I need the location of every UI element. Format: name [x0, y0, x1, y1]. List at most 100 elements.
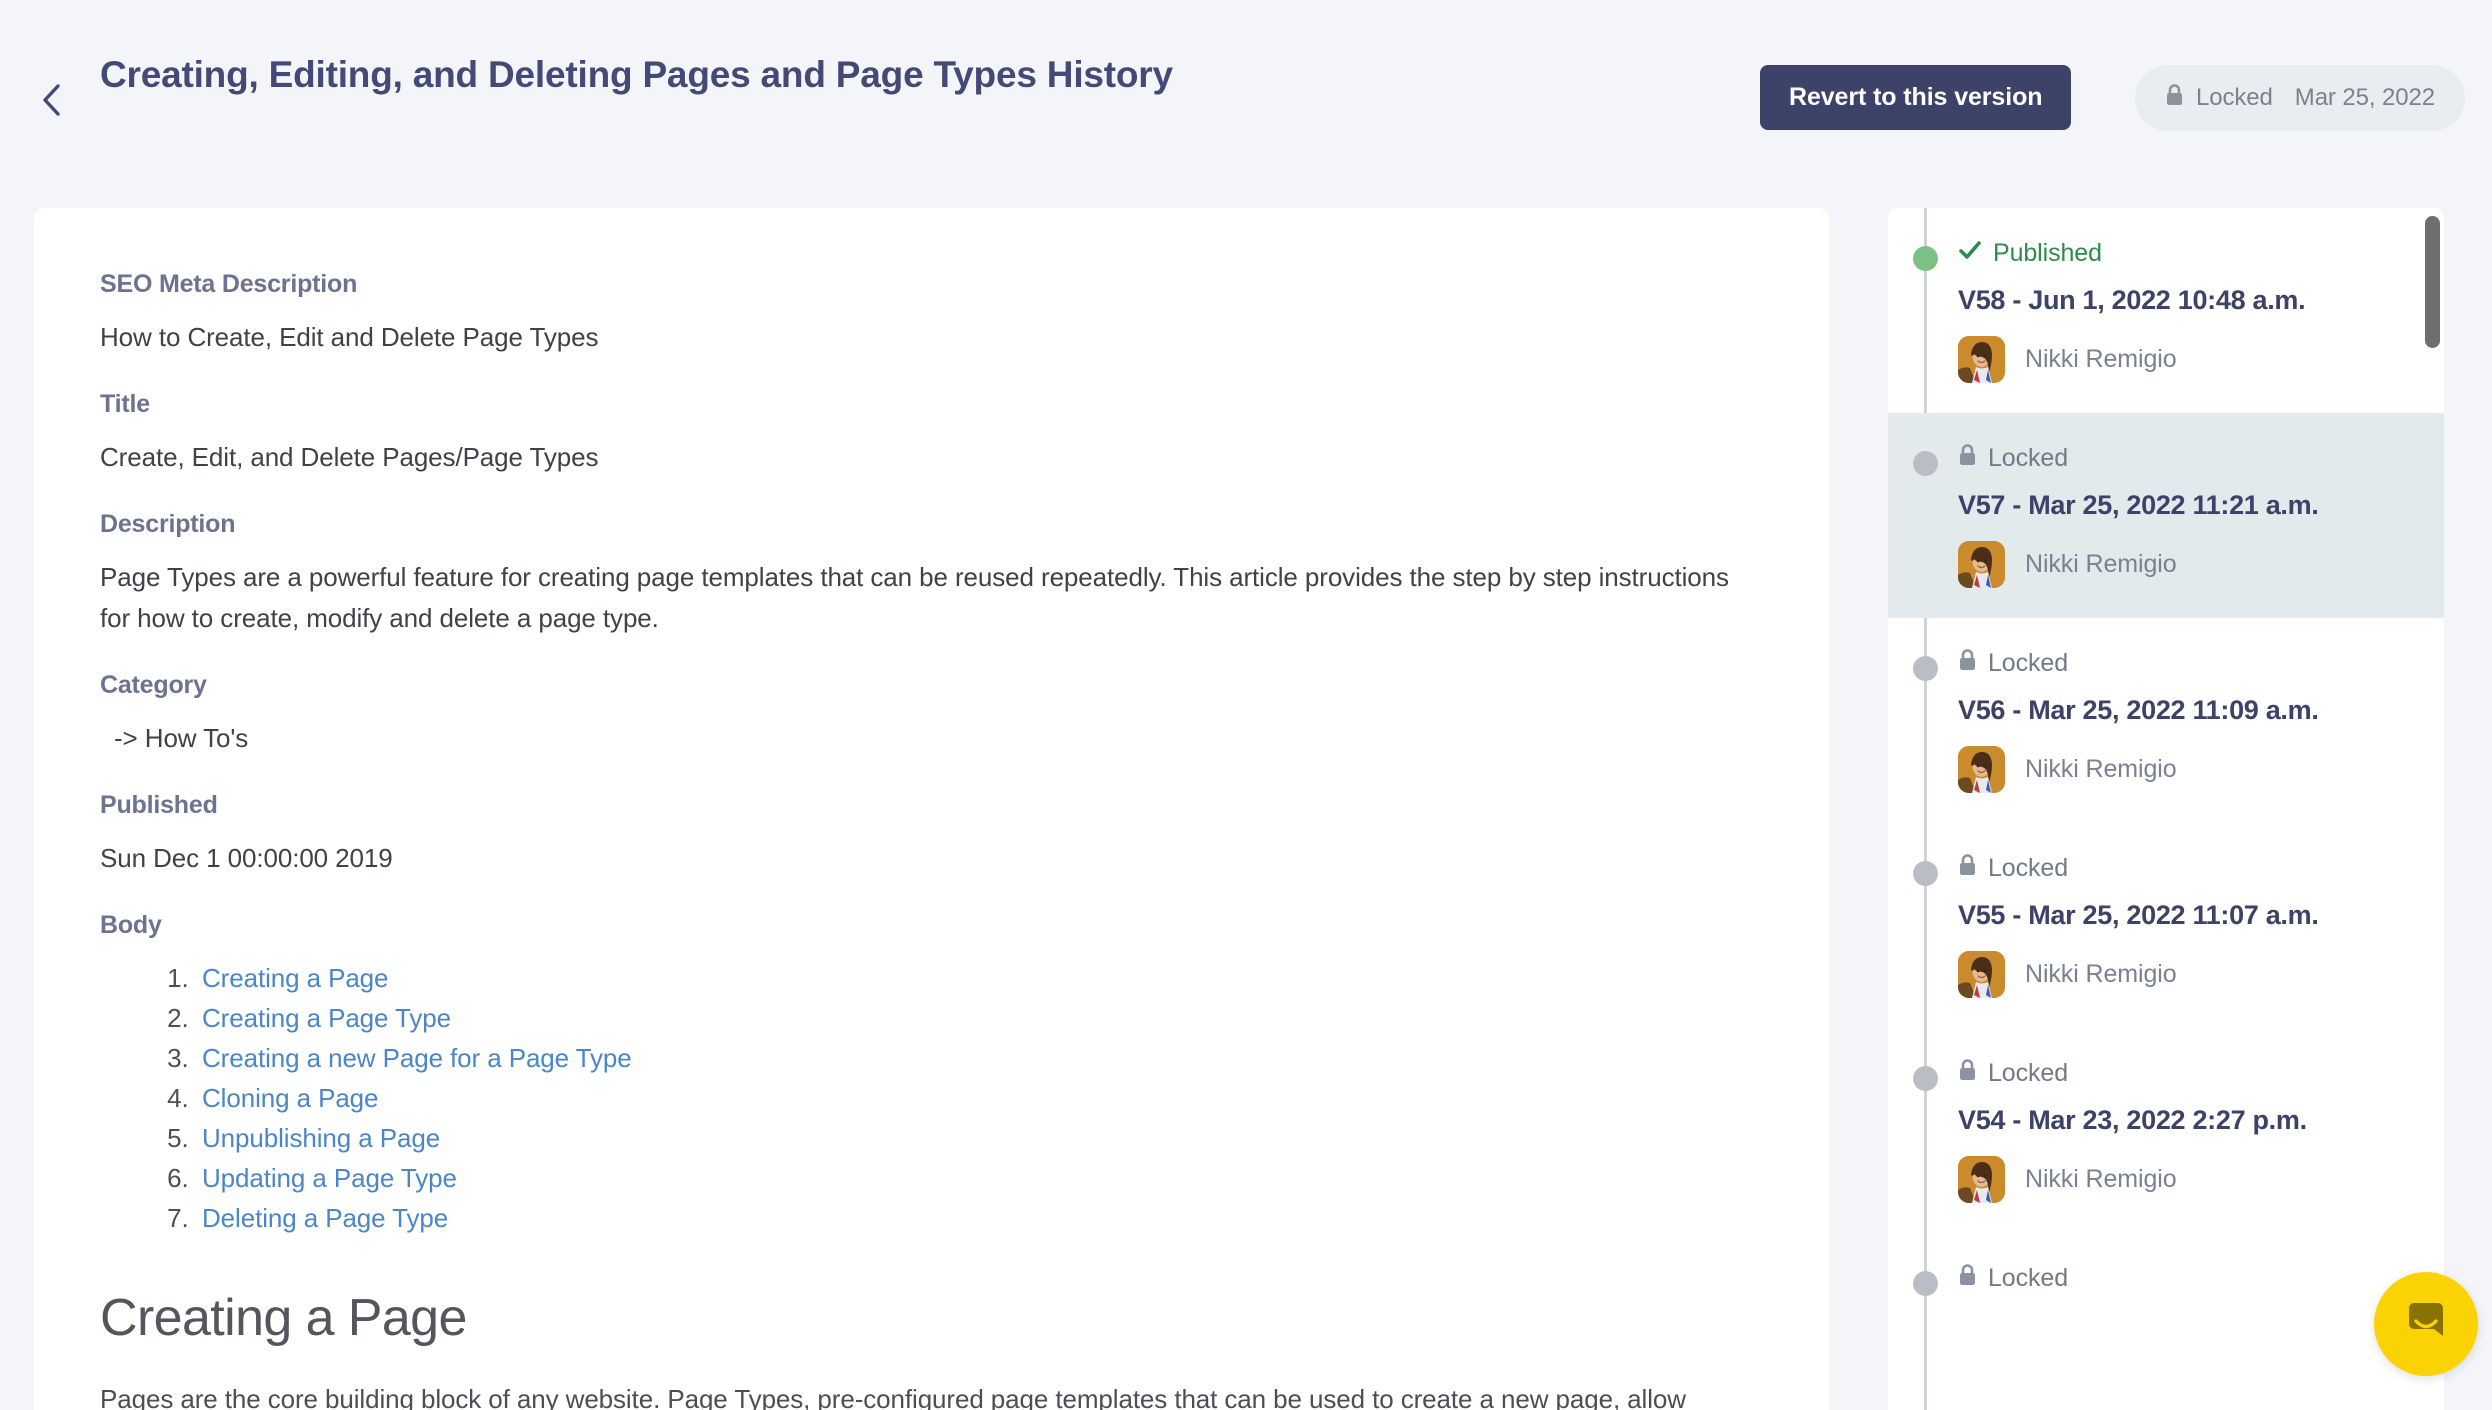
version-status: Locked: [1958, 853, 2410, 884]
body-list-item: Updating a Page Type: [196, 1158, 1763, 1198]
version-author: Nikki Remigio: [1958, 336, 2410, 383]
version-status: Locked: [1958, 1263, 2410, 1294]
version-status: Locked: [1958, 648, 2410, 679]
chat-launcher-button[interactable]: [2374, 1272, 2478, 1376]
version-title: V54 - Mar 23, 2022 2:27 p.m.: [1958, 1105, 2307, 1135]
version-author-name: Nikki Remigio: [2025, 755, 2177, 783]
field-value: Sun Dec 1 00:00:00 2019: [100, 843, 393, 873]
body-link[interactable]: Creating a Page: [202, 963, 389, 993]
timeline-dot: [1913, 1066, 1938, 1091]
body-link[interactable]: Deleting a Page Type: [202, 1203, 448, 1233]
page-title: Creating, Editing, and Deleting Pages an…: [100, 54, 1173, 95]
metadata-field: Category -> How To's: [100, 671, 1763, 759]
field-value: How to Create, Edit and Delete Page Type…: [100, 322, 599, 352]
version-author-name: Nikki Remigio: [2025, 960, 2177, 988]
locked-label: Locked: [2196, 84, 2273, 111]
version-author: Nikki Remigio: [1958, 951, 2410, 998]
version-status: Locked: [1958, 443, 2410, 474]
metadata-field: Description Page Types are a powerful fea…: [100, 510, 1763, 639]
body-list-item: Creating a new Page for a Page Type: [196, 1038, 1763, 1078]
timeline-dot: [1913, 1271, 1938, 1296]
version-list-item[interactable]: Locked V54 - Mar 23, 2022 2:27 p.m. Nikki …: [1888, 1028, 2444, 1233]
version-status-label: Locked: [1988, 1059, 2069, 1087]
lock-icon: [1958, 1263, 1977, 1294]
version-list-item[interactable]: Published V58 - Jun 1, 2022 10:48 a.m. Nik…: [1888, 208, 2444, 413]
avatar: [1958, 1156, 2005, 1203]
body-link-list: Creating a Page Creating a Page Type Creat…: [196, 958, 1763, 1238]
locked-status-badge: Locked Mar 25, 2022: [2135, 65, 2466, 131]
metadata-field: Title Create, Edit, and Delete Pages/Page…: [100, 390, 1763, 478]
section-heading: Creating a Page: [100, 1289, 467, 1347]
version-title: V56 - Mar 25, 2022 11:09 a.m.: [1958, 695, 2319, 725]
version-history-panel: Published V58 - Jun 1, 2022 10:48 a.m. Nik…: [1888, 208, 2444, 1410]
locked-date: Mar 25, 2022: [2294, 84, 2436, 111]
revert-to-version-button[interactable]: Revert to this version: [1760, 65, 2072, 130]
lock-icon: [1958, 853, 1977, 884]
chevron-left-icon: [41, 83, 63, 117]
lock-icon: [2165, 83, 2184, 114]
version-list-item[interactable]: Locked V55 - Mar 25, 2022 11:07 a.m. Nikki…: [1888, 823, 2444, 1028]
version-author: Nikki Remigio: [1958, 746, 2410, 793]
body-list-item: Creating a Page: [196, 958, 1763, 998]
page-header: Creating, Editing, and Deleting Pages an…: [0, 0, 2492, 208]
body-link[interactable]: Unpublishing a Page: [202, 1123, 440, 1153]
body-list-item: Creating a Page Type: [196, 998, 1763, 1038]
chat-bubble-icon: [2400, 1296, 2452, 1353]
field-label: Published: [100, 791, 218, 819]
timeline-dot: [1913, 451, 1938, 476]
version-title: V55 - Mar 25, 2022 11:07 a.m.: [1958, 900, 2319, 930]
field-label-body: Body: [100, 911, 162, 939]
timeline-dot: [1913, 861, 1938, 886]
field-label: Title: [100, 390, 150, 418]
metadata-fields: SEO Meta Description How to Create, Edit …: [100, 270, 1763, 879]
section-paragraph: Pages are the core building block of any…: [100, 1384, 1686, 1410]
body-list-item: Cloning a Page: [196, 1078, 1763, 1118]
lock-icon: [1958, 443, 1977, 474]
avatar: [1958, 541, 2005, 588]
version-status: Locked: [1958, 1058, 2410, 1089]
body-link[interactable]: Creating a new Page for a Page Type: [202, 1043, 632, 1073]
field-value: Page Types are a powerful feature for cr…: [100, 562, 1729, 633]
version-list-scrollbar-track[interactable]: [2424, 208, 2440, 1410]
back-button[interactable]: [30, 78, 74, 122]
version-status-label: Locked: [1988, 444, 2069, 472]
metadata-field: Published Sun Dec 1 00:00:00 2019: [100, 791, 1763, 879]
version-status-label: Locked: [1988, 649, 2069, 677]
avatar: [1958, 336, 2005, 383]
lock-icon: [1958, 648, 1977, 679]
version-author-name: Nikki Remigio: [2025, 345, 2177, 373]
lock-icon: [1958, 1058, 1977, 1089]
field-value: -> How To's: [114, 723, 249, 753]
version-status: Published: [1958, 238, 2410, 269]
body-list-item: Deleting a Page Type: [196, 1198, 1763, 1238]
avatar: [1958, 951, 2005, 998]
field-label: Category: [100, 671, 207, 699]
body-link[interactable]: Creating a Page Type: [202, 1003, 451, 1033]
avatar: [1958, 746, 2005, 793]
field-label: Description: [100, 510, 236, 538]
version-status-label: Published: [1993, 239, 2102, 267]
timeline-dot: [1913, 246, 1938, 271]
version-author: Nikki Remigio: [1958, 1156, 2410, 1203]
field-label: SEO Meta Description: [100, 270, 358, 298]
timeline-dot: [1913, 656, 1938, 681]
version-content-card: SEO Meta Description How to Create, Edit …: [34, 208, 1829, 1410]
check-icon: [1958, 238, 1982, 269]
body-link[interactable]: Cloning a Page: [202, 1083, 379, 1113]
version-list-item[interactable]: Locked V56 - Mar 25, 2022 11:09 a.m. Nikki…: [1888, 618, 2444, 823]
field-value: Create, Edit, and Delete Pages/Page Type…: [100, 442, 599, 472]
history-page: Creating, Editing, and Deleting Pages an…: [0, 0, 2492, 1410]
body-link[interactable]: Updating a Page Type: [202, 1163, 457, 1193]
version-list-scrollbar-thumb[interactable]: [2425, 216, 2440, 348]
body-list-item: Unpublishing a Page: [196, 1118, 1763, 1158]
version-list-item[interactable]: Locked: [1888, 1233, 2444, 1324]
version-status-label: Locked: [1988, 854, 2069, 882]
metadata-field: SEO Meta Description How to Create, Edit …: [100, 270, 1763, 358]
version-author-name: Nikki Remigio: [2025, 550, 2177, 578]
version-title: V57 - Mar 25, 2022 11:21 a.m.: [1958, 490, 2319, 520]
version-list-item[interactable]: Locked V57 - Mar 25, 2022 11:21 a.m. Nikki…: [1888, 413, 2444, 618]
version-list: Published V58 - Jun 1, 2022 10:48 a.m. Nik…: [1888, 208, 2444, 1324]
version-title: V58 - Jun 1, 2022 10:48 a.m.: [1958, 285, 2306, 315]
version-author: Nikki Remigio: [1958, 541, 2410, 588]
version-status-label: Locked: [1988, 1264, 2069, 1292]
